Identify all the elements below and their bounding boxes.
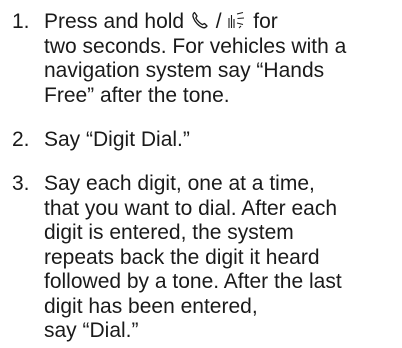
step-line: Say “Digit Dial.” <box>44 128 190 151</box>
step-text-fragment: for <box>247 10 278 33</box>
step-line: that you want to dial. After each <box>44 196 338 220</box>
step-line: Free” after the tone. <box>44 83 230 107</box>
step-text: Say “Digit Dial.” <box>44 128 396 153</box>
step-line: digit is entered, the system <box>44 221 294 244</box>
step-line: digit has been entered, <box>44 294 258 318</box>
step-text: Press and hold / for two seconds. For ve… <box>44 10 396 108</box>
phone-handset-icon <box>190 10 210 30</box>
step-text-fragment: / <box>209 10 228 33</box>
step-line: followed by a tone. After the last <box>44 270 342 293</box>
step-line: Say each digit, one at a time, <box>44 172 315 195</box>
step-number: 3. <box>12 172 30 195</box>
step-number: 1. <box>12 10 30 33</box>
step-line: say “Dial.” <box>44 319 139 342</box>
step-line: Press and hold / for <box>44 10 396 35</box>
step-number: 2. <box>12 128 30 151</box>
instruction-steps: 1. Press and hold / for two seconds. For… <box>0 0 402 348</box>
step-line: two seconds. For vehicles with a <box>44 34 347 58</box>
step-text-fragment: Press and hold <box>44 10 190 33</box>
step-text: Say each digit, one at a time, that you … <box>44 172 396 344</box>
step-line: navigation system say “Hands <box>44 59 325 82</box>
voice-recognition-icon <box>227 10 247 30</box>
step-line: repeats back the digit it heard <box>44 245 320 269</box>
